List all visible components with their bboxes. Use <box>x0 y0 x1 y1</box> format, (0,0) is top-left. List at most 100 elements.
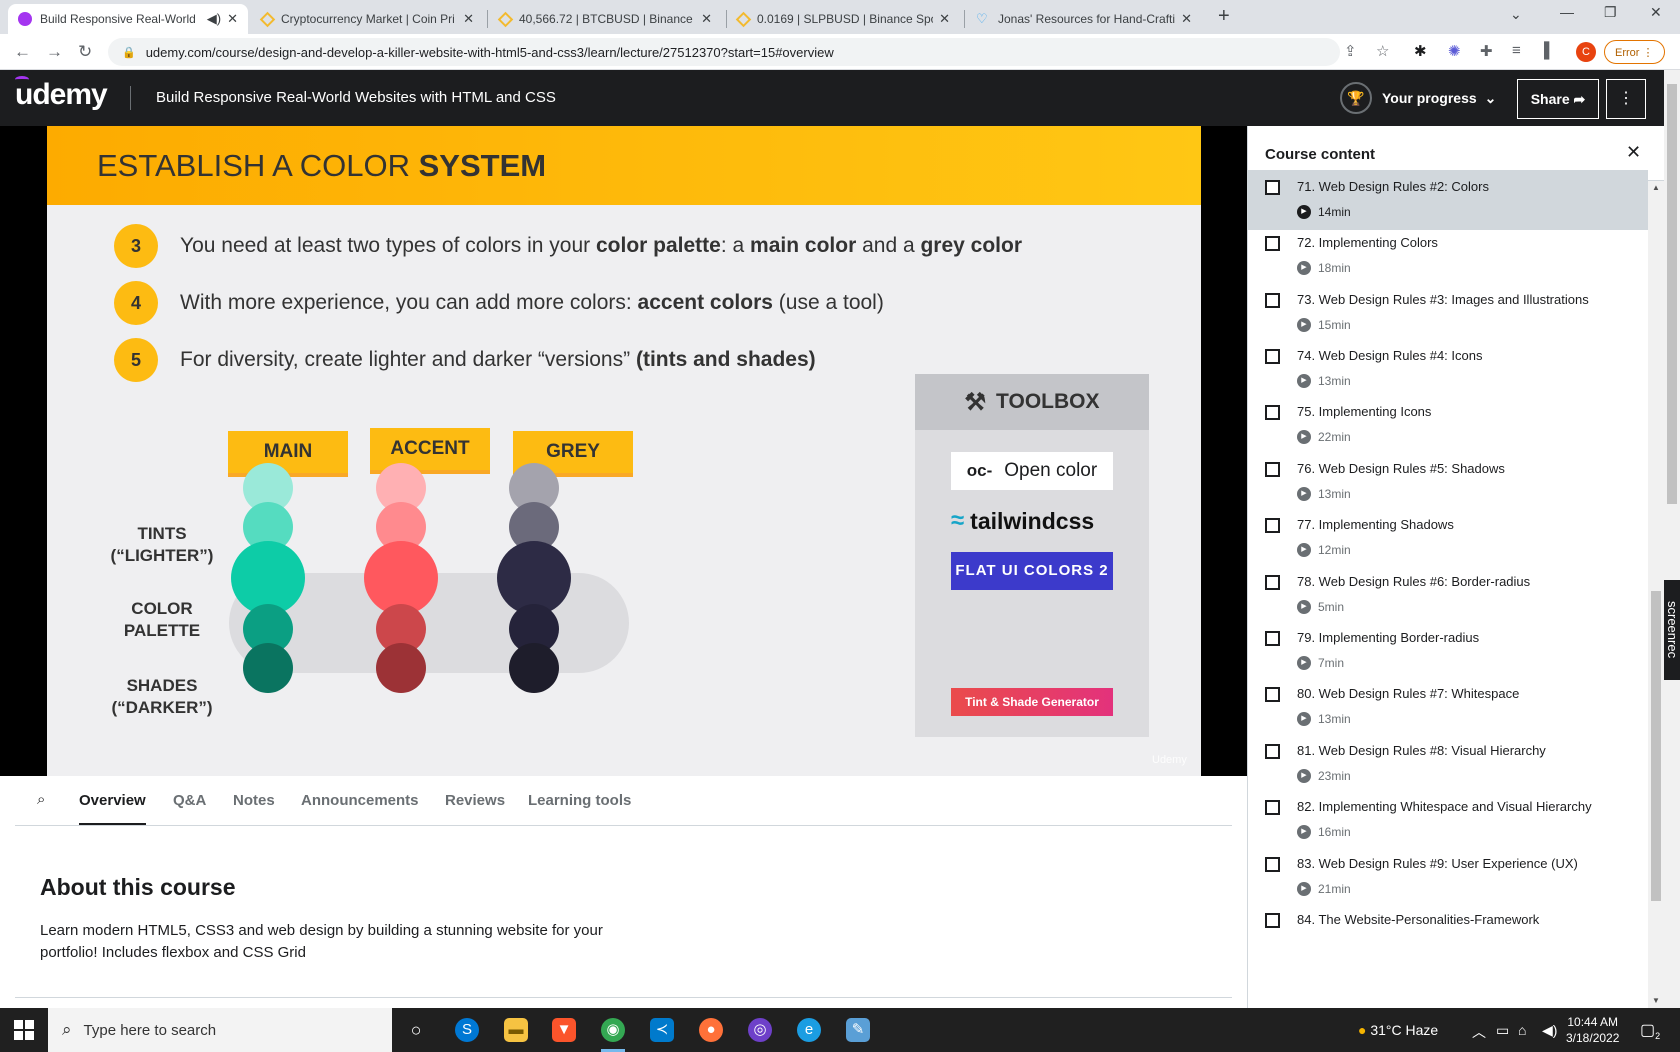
network-icon[interactable]: ▭ <box>1496 1022 1509 1039</box>
browser-tab-udemy[interactable]: Build Responsive Real-World ◀) ✕ <box>8 4 248 34</box>
error-button[interactable]: Error ⋮ <box>1604 40 1665 64</box>
lecture-checkbox[interactable] <box>1265 575 1280 590</box>
lecture-checkbox[interactable] <box>1265 293 1280 308</box>
paint-icon[interactable]: ✎ <box>846 1018 870 1042</box>
lecture-item[interactable]: 73. Web Design Rules #3: Images and Illu… <box>1248 283 1648 343</box>
tab-overview[interactable]: Overview <box>79 792 146 825</box>
reload-icon[interactable]: ↻ <box>78 42 92 62</box>
puzzle-icon[interactable]: ✚ <box>1480 42 1493 60</box>
notification-icon[interactable]: ▢2 <box>1640 1020 1660 1041</box>
volume-icon[interactable]: ◀) <box>1542 1022 1557 1039</box>
windows-start-icon[interactable] <box>14 1020 34 1040</box>
sidebar-scrollbar[interactable]: ▲ ▼ <box>1648 181 1664 1008</box>
lecture-checkbox[interactable] <box>1265 744 1280 759</box>
lecture-checkbox[interactable] <box>1265 857 1280 872</box>
back-icon[interactable]: ← <box>14 42 31 62</box>
new-tab-icon[interactable]: + <box>1218 5 1230 28</box>
brave-icon[interactable]: ▼ <box>552 1018 576 1042</box>
scroll-down-icon[interactable]: ▼ <box>1652 996 1660 1005</box>
tray-chevron-icon[interactable]: ︿ <box>1472 1022 1486 1042</box>
udemy-logo[interactable]: udemy <box>15 76 108 112</box>
tab-notes[interactable]: Notes <box>233 792 275 809</box>
file-explorer-icon[interactable]: ▬ <box>504 1018 528 1042</box>
extension-badge-icon[interactable]: ✺ <box>1448 42 1461 60</box>
lecture-item[interactable]: 75. Implementing Icons ▶ 22min <box>1248 395 1648 455</box>
github-icon[interactable]: ◎ <box>748 1018 772 1042</box>
lecture-item[interactable]: 83. Web Design Rules #9: User Experience… <box>1248 847 1648 907</box>
tab-separator <box>487 10 488 28</box>
close-tab-icon[interactable]: ✕ <box>227 11 238 27</box>
video-player[interactable]: ESTABLISH A COLOR SYSTEM 3 You need at l… <box>0 126 1247 776</box>
tab-reviews[interactable]: Reviews <box>445 792 505 809</box>
vscode-icon[interactable]: ≺ <box>650 1018 674 1042</box>
page-scrollbar[interactable] <box>1664 70 1680 1008</box>
tab-search-icon[interactable]: ⌄ <box>1510 6 1522 23</box>
lecture-checkbox[interactable] <box>1265 518 1280 533</box>
taskbar-search-box[interactable]: ⌕ Type here to search <box>48 1008 392 1052</box>
lecture-checkbox[interactable] <box>1265 236 1280 251</box>
slide-header: ESTABLISH A COLOR SYSTEM <box>47 126 1201 205</box>
skype-icon[interactable]: S <box>455 1018 479 1042</box>
url-field[interactable]: 🔒 udemy.com/course/design-and-develop-a-… <box>108 38 1340 66</box>
lecture-checkbox[interactable] <box>1265 800 1280 815</box>
lecture-item[interactable]: 81. Web Design Rules #8: Visual Hierarch… <box>1248 734 1648 794</box>
lecture-item[interactable]: 82. Implementing Whitespace and Visual H… <box>1248 790 1648 850</box>
close-icon[interactable]: ✕ <box>1626 142 1641 163</box>
edge-icon[interactable]: e <box>797 1018 821 1042</box>
scrollbar-thumb[interactable] <box>1667 84 1677 504</box>
restore-icon[interactable]: ❐ <box>1604 4 1617 21</box>
tab-learning-tools[interactable]: Learning tools <box>528 792 631 809</box>
speaker-icon[interactable]: ◀) <box>207 11 221 27</box>
lecture-item[interactable]: 71. Web Design Rules #2: Colors ▶ 14min <box>1248 170 1648 230</box>
taskbar-clock[interactable]: 10:44 AM 3/18/2022 <box>1566 1014 1619 1046</box>
browser-tab-slpbusd[interactable]: 0.0169 | SLPBUSD | Binance Spo ✕ <box>728 4 960 34</box>
cortana-icon[interactable]: ○ <box>404 1018 428 1042</box>
profile-avatar[interactable]: C <box>1576 42 1596 62</box>
progress-button[interactable]: 🏆 Your progress ⌄ <box>1340 82 1496 114</box>
lecture-item[interactable]: 76. Web Design Rules #5: Shadows ▶ 13min <box>1248 452 1648 512</box>
lecture-checkbox[interactable] <box>1265 687 1280 702</box>
lecture-item[interactable]: 79. Implementing Border-radius ▶ 7min <box>1248 621 1648 681</box>
lecture-checkbox[interactable] <box>1265 405 1280 420</box>
minimize-icon[interactable]: — <box>1560 4 1574 20</box>
close-window-icon[interactable]: ✕ <box>1650 4 1662 21</box>
media-icon[interactable]: ≡ <box>1512 42 1521 59</box>
wifi-icon[interactable]: ⌂ <box>1518 1022 1526 1038</box>
lecture-item[interactable]: 78. Web Design Rules #6: Border-radius ▶ 5… <box>1248 565 1648 625</box>
scrollbar-thumb[interactable] <box>1651 591 1661 901</box>
browser-tab-btcbusd[interactable]: 40,566.72 | BTCBUSD | Binance ✕ <box>490 4 722 34</box>
weather-widget[interactable]: ● 31°C Haze <box>1358 1022 1438 1038</box>
bookmark-star-icon[interactable]: ☆ <box>1376 42 1389 60</box>
share-button[interactable]: Share ➦ <box>1517 79 1599 119</box>
close-tab-icon[interactable]: ✕ <box>939 11 950 27</box>
browser-tab-coinmarket[interactable]: Cryptocurrency Market | Coin Pri ✕ <box>252 4 484 34</box>
chrome-icon[interactable]: ◉ <box>601 1018 625 1052</box>
tab-qa[interactable]: Q&A <box>173 792 206 809</box>
lecture-item[interactable]: 72. Implementing Colors ▶ 18min <box>1248 226 1648 286</box>
close-tab-icon[interactable]: ✕ <box>1181 11 1192 27</box>
lecture-item[interactable]: 77. Implementing Shadows ▶ 12min <box>1248 508 1648 568</box>
lecture-item[interactable]: 84. The Website-Personalities-Framework <box>1248 903 1648 963</box>
lecture-checkbox[interactable] <box>1265 349 1280 364</box>
course-title[interactable]: Build Responsive Real-World Websites wit… <box>156 89 556 106</box>
close-tab-icon[interactable]: ✕ <box>701 11 712 27</box>
lecture-checkbox[interactable] <box>1265 631 1280 646</box>
firefox-icon[interactable]: ● <box>699 1018 723 1042</box>
browser-tab-jonas-resources[interactable]: ♡ Jonas' Resources for Hand-Crafti ✕ <box>966 4 1202 34</box>
lecture-checkbox[interactable] <box>1265 913 1280 928</box>
search-icon[interactable]: ⌕ <box>37 791 45 808</box>
tab-announcements[interactable]: Announcements <box>301 792 419 809</box>
lecture-item[interactable]: 74. Web Design Rules #4: Icons ▶ 13min <box>1248 339 1648 399</box>
lecture-item[interactable]: 80. Web Design Rules #7: Whitespace ▶ 13mi… <box>1248 677 1648 737</box>
share-page-icon[interactable]: ⇪ <box>1344 42 1357 60</box>
extension-icon[interactable]: ✱ <box>1414 42 1427 60</box>
close-tab-icon[interactable]: ✕ <box>463 11 474 27</box>
scroll-up-icon[interactable]: ▲ <box>1652 183 1660 192</box>
forward-icon[interactable]: → <box>46 42 63 62</box>
more-options-icon[interactable]: ⋮ <box>1606 79 1646 119</box>
screenrec-widget[interactable]: screenrec <box>1664 580 1680 680</box>
sidepanel-icon[interactable]: ▌ <box>1544 42 1555 59</box>
binance-icon <box>497 11 514 27</box>
lecture-checkbox[interactable] <box>1265 462 1280 477</box>
lecture-checkbox[interactable] <box>1265 180 1280 195</box>
